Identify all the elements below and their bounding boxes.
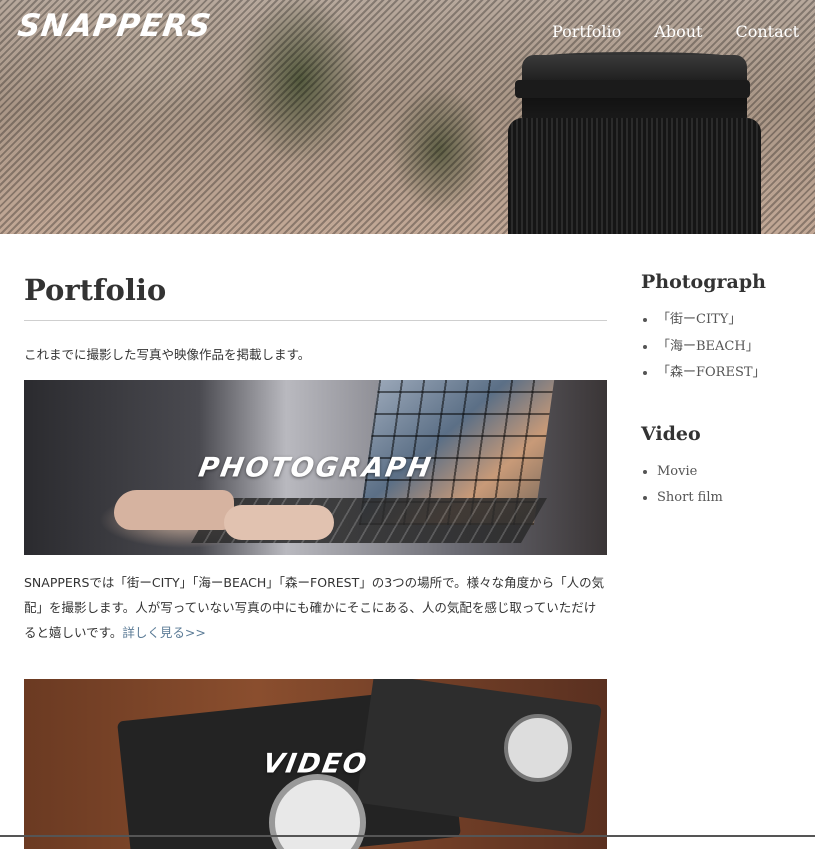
photograph-description-text: SNAPPERSでは「街ーCITY」「海ーBEACH」「森ーFOREST」の3つ… xyxy=(24,575,605,640)
title-divider xyxy=(24,320,607,321)
hero-header: SNAPPERS Portfolio About Contact xyxy=(0,0,815,234)
sidebar-item-forest[interactable]: 「森ーFOREST」 xyxy=(657,360,811,387)
sidebar-heading-video: Video xyxy=(641,422,701,445)
nav-about[interactable]: About xyxy=(654,22,702,41)
photograph-banner-label: PHOTOGRAPH xyxy=(196,452,435,483)
sidebar: Photograph 「街ーCITY」 「海ーBEACH」 「森ーFOREST」… xyxy=(641,234,811,512)
sidebar-item-short-film[interactable]: Short film xyxy=(657,485,811,512)
sidebar-item-city[interactable]: 「街ーCITY」 xyxy=(657,307,811,334)
camera-lens-body xyxy=(508,118,761,234)
intro-text: これまでに撮影した写真や映像作品を掲載します。 xyxy=(24,347,311,362)
camera-lens-ring-band xyxy=(515,80,750,98)
main-content: Portfolio これまでに撮影した写真や映像作品を掲載します。 PHOTOG… xyxy=(24,234,607,849)
sidebar-heading-photograph: Photograph xyxy=(641,271,766,293)
site-logo[interactable]: SNAPPERS xyxy=(15,8,213,44)
video-banner-label: VIDEO xyxy=(260,748,371,780)
nav-portfolio[interactable]: Portfolio xyxy=(552,22,621,41)
photograph-banner[interactable]: PHOTOGRAPH xyxy=(24,380,607,555)
nav-contact[interactable]: Contact xyxy=(735,22,799,41)
sidebar-item-beach[interactable]: 「海ーBEACH」 xyxy=(657,334,811,361)
main-nav: Portfolio About Contact xyxy=(552,22,799,41)
photograph-more-link[interactable]: 詳しく見る>> xyxy=(122,625,205,640)
hand-image xyxy=(224,505,334,540)
sidebar-list-video: Movie Short film xyxy=(641,459,811,512)
video-banner[interactable]: VIDEO xyxy=(24,679,607,849)
sidebar-item-movie[interactable]: Movie xyxy=(657,459,811,486)
hand-image xyxy=(114,490,234,530)
page-title: Portfolio xyxy=(24,273,167,307)
photograph-description: SNAPPERSでは「街ーCITY」「海ーBEACH」「森ーFOREST」の3つ… xyxy=(24,570,607,645)
sidebar-list-photograph: 「街ーCITY」 「海ーBEACH」 「森ーFOREST」 xyxy=(641,307,811,387)
